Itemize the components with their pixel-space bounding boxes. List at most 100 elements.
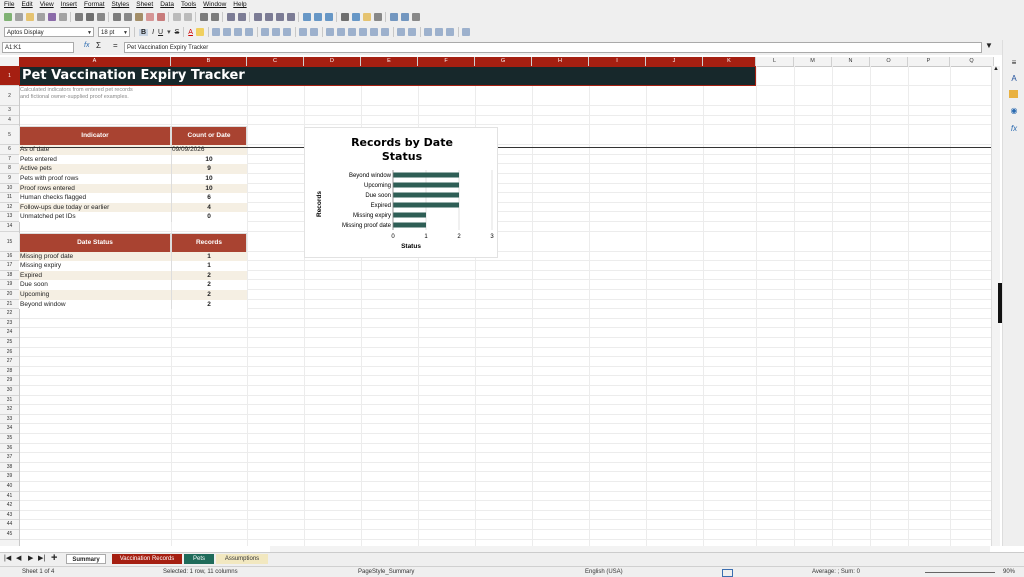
row-header-21[interactable]: 21 bbox=[0, 300, 19, 310]
align-center-icon[interactable] bbox=[223, 28, 232, 36]
table-row[interactable]: Pets entered 10 bbox=[19, 154, 247, 165]
font-color-icon[interactable]: A bbox=[188, 29, 193, 36]
justify-icon[interactable] bbox=[245, 28, 254, 36]
print-icon[interactable] bbox=[85, 12, 94, 21]
conditional-format-icon[interactable] bbox=[462, 28, 471, 36]
dropdown-icon[interactable] bbox=[36, 12, 45, 21]
row-header-27[interactable]: 27 bbox=[0, 357, 19, 367]
indent-decrease-icon[interactable] bbox=[408, 28, 417, 36]
column-header-b[interactable]: B bbox=[171, 57, 247, 66]
show-draw-icon[interactable] bbox=[411, 12, 420, 21]
prev-sheet-icon[interactable]: ◀ bbox=[16, 554, 21, 562]
column-header-l[interactable]: L bbox=[756, 57, 794, 66]
menu-item-view[interactable]: View bbox=[40, 0, 54, 9]
column-header-n[interactable]: N bbox=[832, 57, 870, 66]
column-header-q[interactable]: Q bbox=[950, 57, 994, 66]
row-header-30[interactable]: 30 bbox=[0, 386, 19, 396]
underline-icon[interactable]: U bbox=[158, 29, 163, 36]
clone-format-icon[interactable] bbox=[145, 12, 154, 21]
next-sheet-icon[interactable]: ▶ bbox=[28, 554, 33, 562]
table-row[interactable]: Beyond window 2 bbox=[19, 299, 247, 310]
row-header-10[interactable]: 10 bbox=[0, 184, 19, 194]
count-header[interactable]: Count or Date bbox=[171, 126, 247, 146]
table-row[interactable]: Missing proof date 1 bbox=[19, 251, 247, 262]
align-top-icon[interactable] bbox=[261, 28, 270, 36]
row-header-22[interactable]: 22 bbox=[0, 309, 19, 319]
column-header-d[interactable]: D bbox=[304, 57, 361, 66]
column-header-o[interactable]: O bbox=[870, 57, 908, 66]
spellcheck-icon[interactable] bbox=[210, 12, 219, 21]
currency-icon[interactable] bbox=[326, 28, 335, 36]
chart-bar[interactable] bbox=[393, 202, 459, 208]
sort-asc-icon[interactable] bbox=[264, 12, 273, 21]
row-header-43[interactable]: 43 bbox=[0, 511, 19, 521]
percent-icon[interactable] bbox=[337, 28, 346, 36]
number-format-icon[interactable] bbox=[348, 28, 357, 36]
border-color-icon[interactable] bbox=[446, 28, 455, 36]
row-header-20[interactable]: 20 bbox=[0, 290, 19, 300]
records-by-status-chart[interactable]: Records by Date Status Status Records 0 1… bbox=[304, 127, 498, 258]
first-sheet-icon[interactable]: |◀ bbox=[4, 554, 11, 562]
records-header[interactable]: Records bbox=[171, 233, 247, 253]
properties-icon[interactable]: A bbox=[1009, 74, 1019, 84]
row-header-8[interactable]: 8 bbox=[0, 164, 19, 174]
paste-icon[interactable] bbox=[134, 12, 143, 21]
indent-increase-icon[interactable] bbox=[397, 28, 406, 36]
row-header-19[interactable]: 19 bbox=[0, 280, 19, 290]
last-sheet-icon[interactable]: ▶| bbox=[38, 554, 45, 562]
export-pdf-icon[interactable] bbox=[74, 12, 83, 21]
merge-cells-icon[interactable] bbox=[310, 28, 319, 36]
chart-bar[interactable] bbox=[393, 222, 426, 228]
row-header-25[interactable]: 25 bbox=[0, 338, 19, 348]
menu-item-edit[interactable]: Edit bbox=[21, 0, 32, 9]
column-header-f[interactable]: F bbox=[418, 57, 475, 66]
sheet-title[interactable]: Pet Vaccination Expiry Tracker bbox=[19, 66, 756, 86]
row-header-28[interactable]: 28 bbox=[0, 367, 19, 377]
formula-input[interactable]: Pet Vaccination Expiry Tracker bbox=[124, 42, 982, 53]
row-header-9[interactable]: 9 bbox=[0, 174, 19, 184]
chart-icon[interactable] bbox=[313, 12, 322, 21]
add-sheet-icon[interactable]: + bbox=[51, 552, 57, 564]
menu-icon[interactable]: ≡ bbox=[1009, 58, 1019, 68]
column-header-a[interactable]: A bbox=[19, 57, 171, 66]
open-folder-icon[interactable] bbox=[25, 12, 34, 21]
border-style-icon[interactable] bbox=[435, 28, 444, 36]
table-row[interactable]: Human checks flagged 6 bbox=[19, 193, 247, 203]
font-name-box[interactable]: Aptos Display ▼ bbox=[4, 27, 94, 37]
function-wizard-icon[interactable]: fx bbox=[84, 42, 89, 49]
column-header-k[interactable]: K bbox=[703, 57, 756, 66]
image-icon[interactable] bbox=[302, 12, 311, 21]
column-header-j[interactable]: J bbox=[646, 57, 703, 66]
cut-icon[interactable] bbox=[112, 12, 121, 21]
menu-item-styles[interactable]: Styles bbox=[112, 0, 130, 9]
decimal-remove-icon[interactable] bbox=[381, 28, 390, 36]
align-middle-icon[interactable] bbox=[272, 28, 281, 36]
new-document-icon[interactable] bbox=[3, 12, 12, 21]
row-header-12[interactable]: 12 bbox=[0, 203, 19, 213]
row-header-35[interactable]: 35 bbox=[0, 434, 19, 444]
row-header-18[interactable]: 18 bbox=[0, 271, 19, 281]
wrap-text-icon[interactable] bbox=[299, 28, 308, 36]
row-header-38[interactable]: 38 bbox=[0, 463, 19, 473]
row-header-13[interactable]: 13 bbox=[0, 212, 19, 222]
column-icon[interactable] bbox=[237, 12, 246, 21]
print-preview-icon[interactable] bbox=[96, 12, 105, 21]
decimal-add-icon[interactable] bbox=[370, 28, 379, 36]
row-header-11[interactable]: 11 bbox=[0, 193, 19, 203]
row-header-26[interactable]: 26 bbox=[0, 348, 19, 358]
bold-icon[interactable]: B bbox=[139, 28, 149, 36]
row-header-23[interactable]: 23 bbox=[0, 319, 19, 329]
table-row[interactable]: Proof rows entered 10 bbox=[19, 183, 247, 194]
scroll-up-icon[interactable]: ▲ bbox=[992, 66, 1000, 74]
split-icon[interactable] bbox=[400, 12, 409, 21]
row-header-34[interactable]: 34 bbox=[0, 424, 19, 434]
table-row[interactable]: Missing expiry 1 bbox=[19, 261, 247, 271]
dropdown-icon[interactable] bbox=[58, 12, 67, 21]
row-header-40[interactable]: 40 bbox=[0, 482, 19, 492]
menu-item-tools[interactable]: Tools bbox=[181, 0, 196, 9]
column-header-h[interactable]: H bbox=[532, 57, 589, 66]
zoom-slider[interactable] bbox=[925, 572, 995, 573]
row-header-14[interactable]: 14 bbox=[0, 222, 19, 232]
chart-bar[interactable] bbox=[393, 172, 459, 178]
indicator-header[interactable]: Indicator bbox=[19, 126, 171, 146]
